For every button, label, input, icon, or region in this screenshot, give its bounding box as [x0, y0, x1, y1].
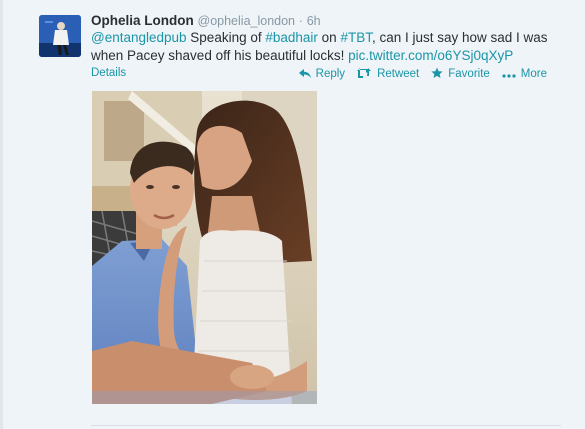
more-label: More: [520, 68, 547, 80]
tweet-divider: [91, 425, 561, 426]
hashtag-link[interactable]: #TBT: [340, 30, 372, 45]
star-icon: [431, 67, 443, 81]
retweet-label: Retweet: [377, 68, 420, 80]
tweet-text-part: Speaking of: [186, 30, 266, 45]
more-dots-icon: [502, 68, 516, 80]
tweet-actions: Reply Retweet Favorite More: [298, 67, 547, 81]
author-handle[interactable]: @ophelia_london: [198, 14, 296, 28]
reply-button[interactable]: Reply: [298, 67, 346, 81]
retweet-button[interactable]: Retweet: [357, 67, 419, 81]
header-separator: ·: [298, 14, 303, 28]
hashtag-link[interactable]: #badhair: [265, 30, 318, 45]
favorite-button[interactable]: Favorite: [431, 67, 490, 81]
tweet-header: Ophelia London @ophelia_london · 6h: [91, 12, 321, 30]
favorite-label: Favorite: [448, 68, 490, 80]
details-link[interactable]: Details: [91, 67, 126, 79]
tweet-text-part: on: [317, 30, 341, 45]
tweet-photo[interactable]: [92, 91, 317, 404]
timeline-edge: [0, 0, 3, 429]
media-url-link[interactable]: pic.twitter.com/o6YSj0qXyP: [348, 48, 513, 63]
mention-link[interactable]: @entangledpub: [91, 30, 187, 45]
avatar[interactable]: [39, 15, 81, 57]
reply-label: Reply: [315, 68, 346, 80]
retweet-icon: [357, 67, 372, 81]
tweet-text: @entangledpub Speaking of #badhair on #T…: [91, 29, 561, 64]
reply-icon: [298, 68, 311, 81]
more-button[interactable]: More: [502, 67, 547, 81]
author-name[interactable]: Ophelia London: [91, 13, 194, 28]
tweet-card: Ophelia London @ophelia_london · 6h @ent…: [0, 0, 585, 429]
tweet-timestamp[interactable]: 6h: [307, 14, 321, 28]
couple-photo-image: [92, 91, 317, 404]
avatar-image: [39, 15, 81, 57]
